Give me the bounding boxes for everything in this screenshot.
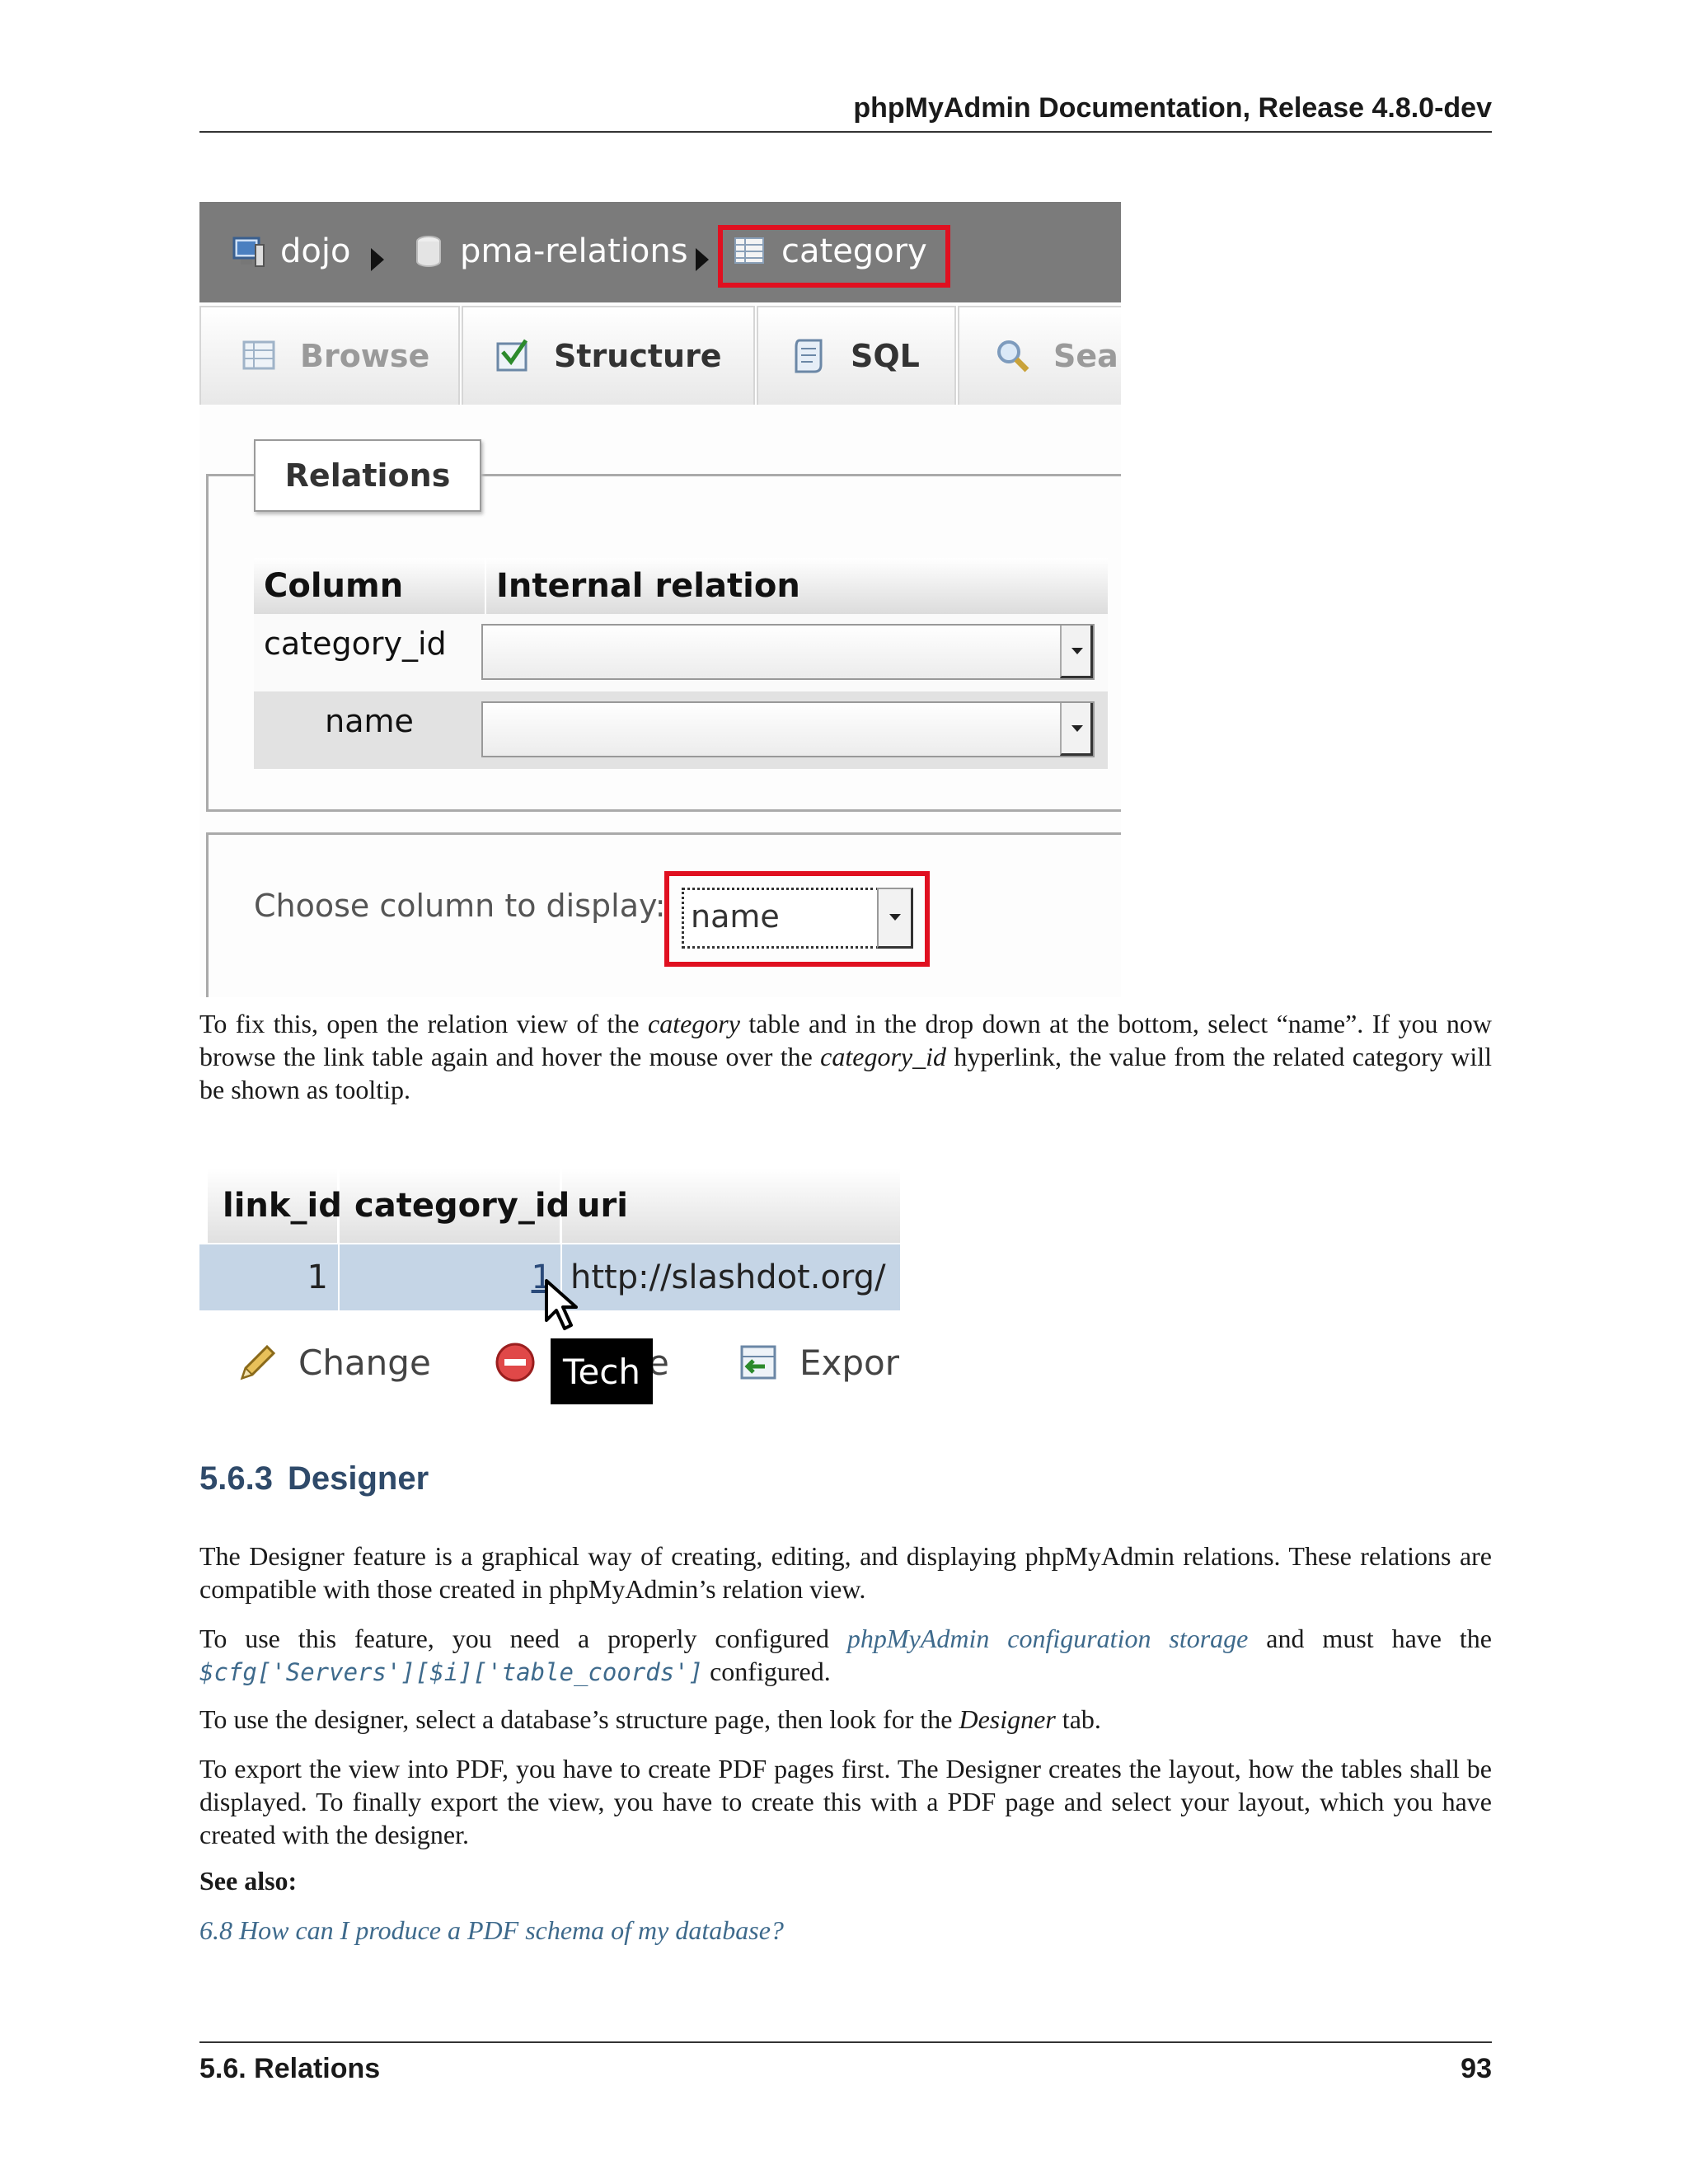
text: To fix this, open the relation view of t…: [199, 1009, 648, 1038]
see-also-label: See also:: [199, 1866, 298, 1896]
text: configured.: [703, 1657, 831, 1686]
relations-legend: Relations: [254, 439, 481, 512]
mouse-cursor-icon: [545, 1279, 578, 1330]
tab-browse-label: Browse: [300, 338, 430, 374]
section-number: 5.6.3: [199, 1460, 273, 1497]
emphasis-category: category: [648, 1009, 740, 1038]
change-action[interactable]: Change: [236, 1333, 431, 1391]
config-option-link[interactable]: $cfg['Servers'][$i]['table_coords']: [199, 1658, 703, 1686]
uri-cell: http://slashdot.org/: [570, 1258, 886, 1296]
pencil-icon: [240, 1344, 276, 1380]
see-also-link[interactable]: 6.8 How can I produce a PDF schema of my…: [199, 1915, 784, 1946]
tooltip: Tech: [551, 1338, 653, 1404]
table-row: category_id: [254, 614, 1108, 691]
export-icon: [740, 1345, 776, 1380]
tab-browse[interactable]: Browse: [199, 306, 460, 405]
database-icon: [416, 236, 441, 267]
breadcrumb-database-label: pma-relations: [460, 232, 688, 270]
link-table-screenshot: link_id category_id uri 1 1 http://slash…: [199, 1169, 900, 1408]
paragraph-pdf-export: To export the view into PDF, you have to…: [199, 1754, 1492, 1849]
config-storage-link[interactable]: phpMyAdmin configuration storage: [847, 1624, 1248, 1653]
tab-structure[interactable]: Structure: [462, 306, 755, 405]
breadcrumb-separator: [371, 248, 384, 271]
category-id-link[interactable]: 1: [340, 1244, 562, 1310]
paragraph-designer-tab: To use the designer, select a database’s…: [199, 1703, 1492, 1736]
export-action[interactable]: Export: [737, 1333, 900, 1391]
column-name: category_id: [264, 626, 447, 662]
relations-table-header: Column Internal relation: [254, 558, 1108, 614]
section-heading: 5.6.3 Designer: [199, 1460, 429, 1497]
breadcrumb-server[interactable]: dojo: [231, 228, 350, 274]
section-title: Designer: [287, 1460, 429, 1497]
column-header: Column: [264, 567, 404, 605]
tab-search[interactable]: Sea: [958, 306, 1121, 405]
highlight-box-category: [718, 225, 950, 288]
highlight-box-display-column: [664, 871, 930, 967]
internal-relation-select[interactable]: [481, 624, 1095, 680]
tab-bar: Browse Structure SQL Sea: [199, 306, 1121, 405]
text: and must have the: [1248, 1624, 1493, 1653]
footer-section: 5.6. Relations: [199, 2053, 381, 2084]
tab-search-label: Sea: [1053, 338, 1118, 374]
display-column-label: Choose column to display:: [254, 888, 666, 924]
page-number: 93: [1461, 2053, 1492, 2084]
tab-structure-label: Structure: [554, 338, 722, 374]
running-header: phpMyAdmin Documentation, Release 4.8.0-…: [199, 92, 1492, 133]
uri-header[interactable]: uri: [562, 1169, 900, 1243]
emphasis-category-id: category_id: [820, 1042, 946, 1071]
table-row: name: [254, 691, 1108, 769]
internal-relation-header: Internal relation: [485, 558, 1108, 614]
paragraph-designer-intro: The Designer feature is a graphical way …: [199, 1541, 1492, 1604]
tab-sql-label: SQL: [851, 338, 920, 374]
relations-table: Column Internal relation category_id nam…: [254, 558, 1108, 769]
running-footer: 5.6. Relations 93: [199, 2041, 1492, 2085]
structure-icon: [496, 339, 528, 372]
text: To use the designer, select a database’s…: [199, 1704, 959, 1734]
breadcrumb-database[interactable]: pma-relations: [410, 228, 688, 274]
paragraph-fix-tooltip: To fix this, open the relation view of t…: [199, 1007, 1492, 1106]
link-id-cell: 1: [199, 1244, 340, 1310]
browse-icon: [242, 340, 275, 370]
category-id-header[interactable]: category_id: [340, 1169, 570, 1243]
text: To use this feature, you need a properly…: [199, 1624, 847, 1653]
breadcrumb-server-label: dojo: [280, 232, 351, 270]
column-name: name: [325, 703, 414, 739]
tab-sql[interactable]: SQL: [757, 306, 956, 405]
chevron-down-icon[interactable]: [1060, 626, 1093, 678]
chevron-down-icon[interactable]: [1060, 703, 1093, 756]
export-action-label: Export: [799, 1342, 900, 1383]
sql-icon: [795, 339, 823, 373]
relations-screenshot: dojo pma-relations category Browse Struc…: [199, 202, 1121, 997]
link-id-header[interactable]: link_id: [208, 1169, 342, 1243]
delete-icon: [495, 1343, 535, 1382]
server-icon: [232, 237, 265, 267]
breadcrumb-separator: [696, 248, 709, 271]
change-action-label: Change: [298, 1342, 431, 1383]
link-table-header: link_id category_id uri: [208, 1169, 900, 1243]
internal-relation-select[interactable]: [481, 701, 1095, 757]
search-icon: [997, 340, 1029, 373]
text: tab.: [1055, 1704, 1101, 1734]
paragraph-designer-requirements: To use this feature, you need a properly…: [199, 1622, 1492, 1689]
emphasis-designer: Designer: [959, 1704, 1056, 1734]
